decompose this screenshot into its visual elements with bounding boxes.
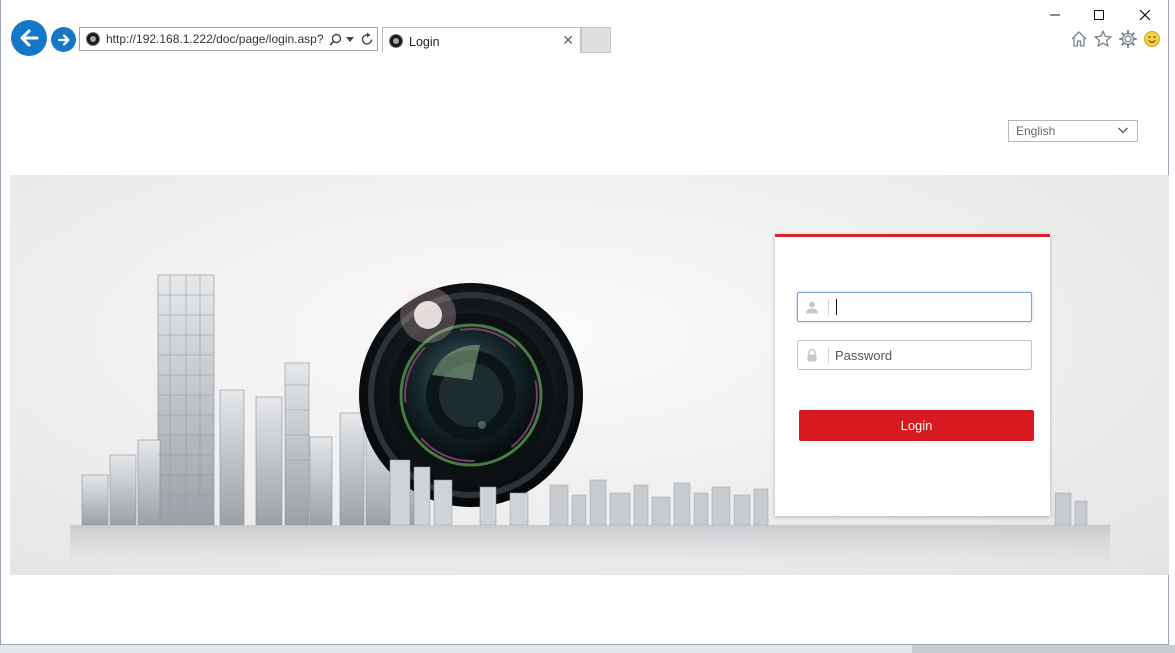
home-icon[interactable]	[1069, 29, 1089, 49]
maximize-button[interactable]	[1076, 4, 1122, 26]
field-separator	[828, 347, 829, 364]
text-cursor	[836, 299, 837, 315]
login-button[interactable]: Login	[799, 410, 1034, 441]
username-input[interactable]	[835, 297, 1025, 317]
tab-login[interactable]: Login ✕	[382, 27, 581, 53]
refresh-icon[interactable]	[361, 32, 374, 46]
login-card: Login	[775, 234, 1050, 516]
search-icon[interactable]	[329, 33, 342, 46]
forward-button[interactable]	[51, 27, 76, 52]
language-selected: English	[1016, 124, 1056, 138]
lock-icon	[807, 348, 817, 362]
maximize-icon	[1094, 10, 1104, 20]
address-bar[interactable]: http://192.168.1.222/doc/page/login.asp?	[79, 27, 378, 51]
new-tab-button[interactable]	[581, 27, 611, 53]
tab-favicon-icon	[389, 34, 403, 48]
browser-window: http://192.168.1.222/doc/page/login.asp?…	[0, 0, 1169, 645]
language-select[interactable]: English	[1008, 120, 1138, 142]
minimize-icon	[1050, 14, 1060, 16]
tab-close-icon[interactable]: ✕	[562, 32, 574, 49]
dropdown-icon[interactable]	[346, 37, 354, 43]
chevron-down-icon	[1118, 127, 1128, 134]
field-separator	[828, 299, 829, 316]
password-input[interactable]	[835, 345, 1025, 365]
back-arrow-icon	[20, 29, 39, 47]
password-field[interactable]	[797, 340, 1032, 370]
site-favicon-icon	[86, 32, 100, 46]
user-icon	[806, 301, 818, 314]
taskbar-strip	[0, 645, 1175, 653]
forward-arrow-icon	[57, 33, 70, 46]
back-button[interactable]	[11, 20, 47, 56]
gear-icon[interactable]	[1118, 29, 1138, 49]
smiley-icon[interactable]	[1142, 29, 1162, 49]
star-icon[interactable]	[1093, 29, 1113, 49]
minimize-button[interactable]	[1032, 4, 1078, 26]
tab-title: Login	[409, 35, 440, 49]
url-text[interactable]: http://192.168.1.222/doc/page/login.asp?	[106, 32, 324, 46]
close-icon	[1139, 9, 1151, 21]
close-window-button[interactable]	[1122, 4, 1168, 26]
username-field[interactable]	[797, 292, 1032, 322]
